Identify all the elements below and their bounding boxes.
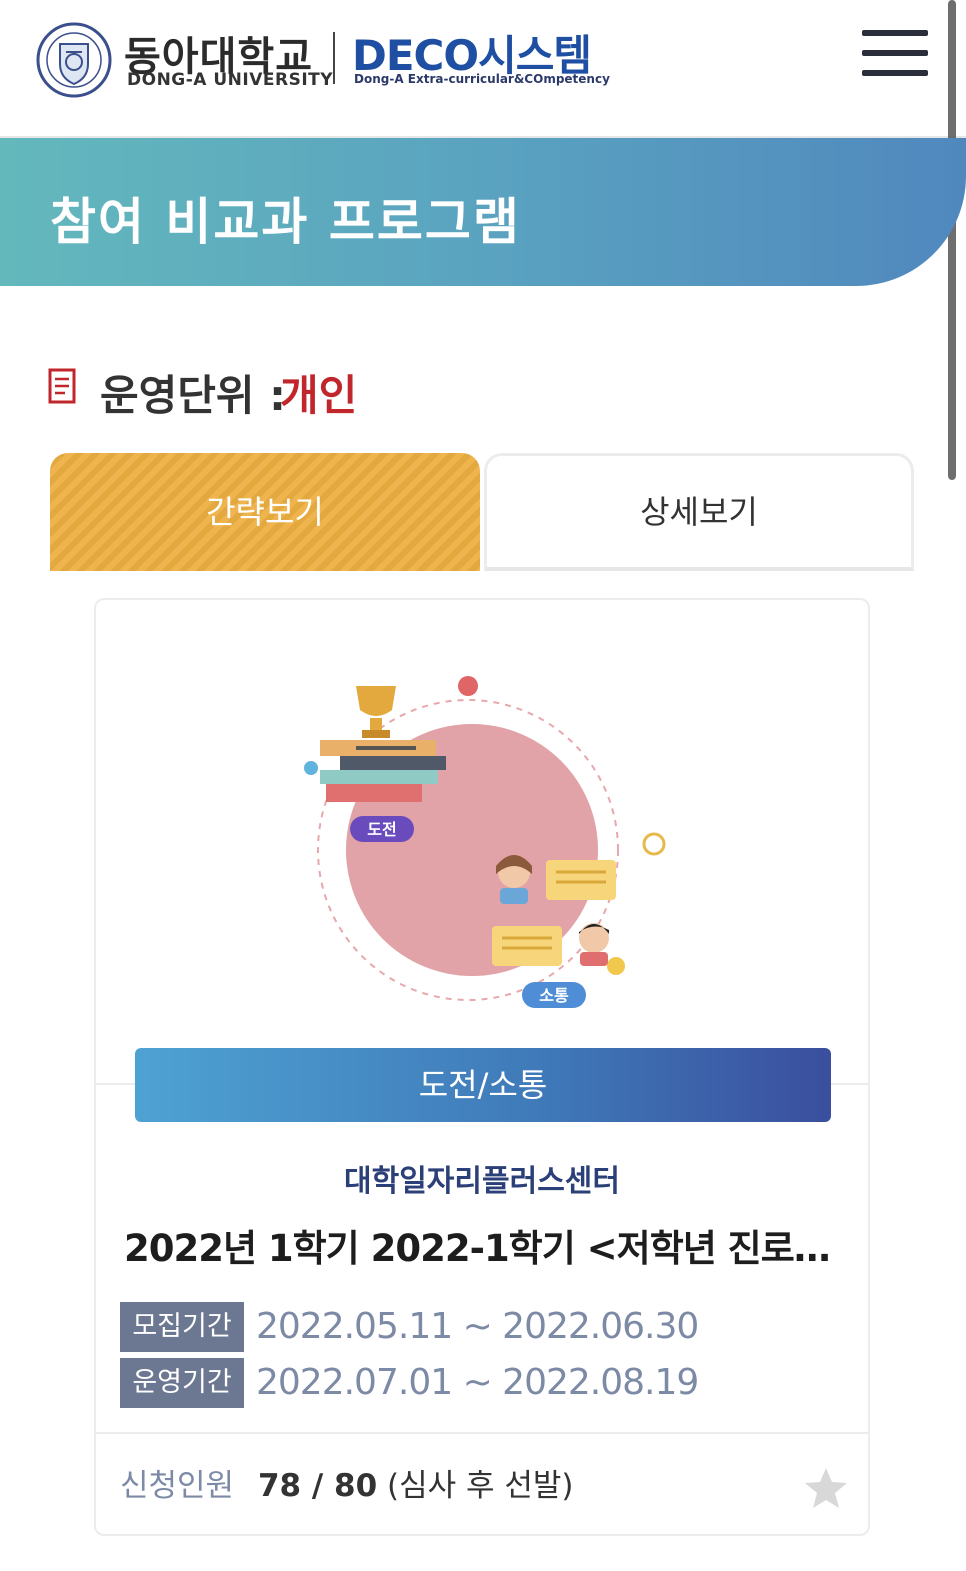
badge-challenge: 도전: [367, 820, 396, 839]
operation-unit-label: 운영단위 :: [100, 371, 286, 420]
organization-name: 대학일자리플러스센터: [344, 1164, 620, 1199]
logo-divider: [333, 32, 335, 84]
operation-unit-value: 개인: [280, 371, 358, 420]
tab-brief-view[interactable]: 간략보기: [50, 453, 480, 571]
applicant-count-value: 78 / 80: [257, 1468, 378, 1504]
badge-communication: 소통: [539, 986, 569, 1005]
card-footer-divider: [96, 1432, 868, 1434]
operation-period-value: 2022.07.01 ~ 2022.08.19: [256, 1362, 699, 1403]
tab-detail-view[interactable]: 상세보기: [484, 453, 914, 571]
program-title[interactable]: 2022년 1학기 2022-1학기 <저학년 진로동아리 프로그램>: [124, 1218, 840, 1272]
page-title: 참여 비교과 프로그램: [50, 193, 521, 251]
document-icon: [48, 368, 76, 404]
hamburger-menu-icon[interactable]: [862, 30, 928, 78]
program-illustration: 도전 소통: [304, 676, 666, 1008]
operation-period-label: 운영기간: [120, 1358, 244, 1408]
page-scrollbar[interactable]: [948, 0, 956, 480]
university-name-en: DONG-A UNIVERSITY: [127, 70, 334, 90]
applicant-count: 신청인원 78 / 80 (심사 후 선발): [120, 1464, 574, 1508]
university-seal-logo[interactable]: [36, 22, 112, 98]
site-header: 동아대학교 DONG-A UNIVERSITY DECO시스템 Dong-A E…: [0, 0, 966, 138]
page-banner: 참여 비교과 프로그램: [0, 138, 966, 286]
applicant-count-label: 신청인원: [120, 1468, 235, 1504]
star-icon[interactable]: [804, 1466, 848, 1510]
recruit-period-label: 모집기간: [120, 1302, 244, 1352]
recruit-period-value: 2022.05.11 ~ 2022.06.30: [256, 1306, 699, 1347]
category-label: 도전/소통: [135, 1048, 831, 1122]
applicant-selection-note: (심사 후 선발): [387, 1468, 574, 1504]
system-subtitle: Dong-A Extra-curricular&COmpetency: [354, 72, 610, 86]
program-card[interactable]: 도전 소통 도전/소통 대학일자리플러스센터 2022년 1학기 2022-1학…: [94, 598, 870, 1536]
